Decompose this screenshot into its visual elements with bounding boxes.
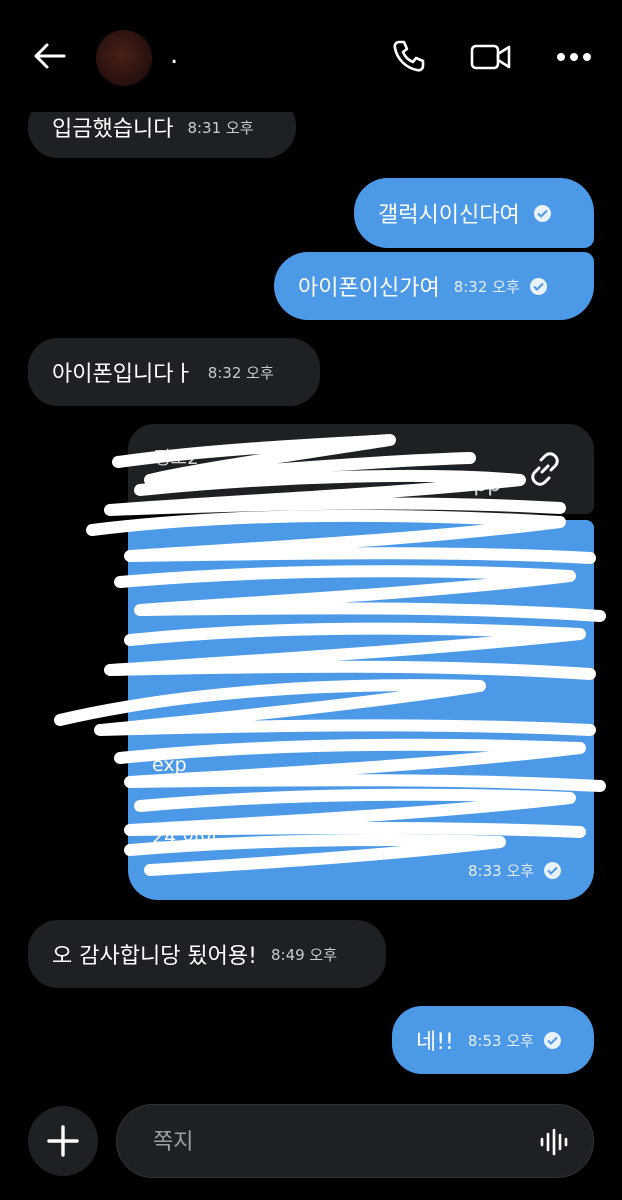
- message-text: 오 감사합니당 됬어용!: [52, 944, 257, 969]
- back-button[interactable]: [28, 36, 72, 76]
- phone-button[interactable]: [386, 36, 430, 76]
- voice-message-icon[interactable]: [537, 1125, 571, 1159]
- message-time: 8:53 오후: [467, 1031, 534, 1050]
- header-background: [0, 0, 622, 112]
- message-text: 갤럭시이신다여: [378, 203, 520, 228]
- message-outgoing[interactable]: 아이폰이신가여 8:32 오후: [274, 252, 594, 320]
- message-incoming[interactable]: 아이폰입니다ㅏ 8:32 오후: [28, 338, 320, 406]
- contact-avatar[interactable]: [96, 30, 152, 86]
- message-text: 아이폰이신가여: [298, 276, 440, 301]
- message-outgoing[interactable]: 네!! 8:53 오후: [392, 1006, 594, 1074]
- message-outgoing[interactable]: 갤럭시이신다여: [354, 178, 594, 248]
- plus-icon: [47, 1125, 79, 1157]
- read-check-icon: [529, 277, 547, 295]
- contact-title[interactable]: .: [170, 40, 178, 70]
- message-time: 8:49 오후: [270, 945, 338, 964]
- more-button[interactable]: [552, 40, 596, 74]
- redaction-scribble: [54, 434, 606, 876]
- read-check-icon: [543, 1031, 561, 1049]
- message-text: 입금했습니다: [52, 117, 174, 142]
- message-composer[interactable]: [116, 1104, 594, 1178]
- message-text: 아이폰입니다ㅏ: [52, 362, 194, 387]
- message-time: 8:32 오후: [453, 277, 520, 296]
- message-input[interactable]: [151, 1123, 535, 1161]
- message-time: 8:31 오후: [187, 118, 254, 137]
- read-check-icon: [533, 204, 551, 222]
- add-attachment-button[interactable]: [28, 1106, 98, 1176]
- message-time: 8:32 오후: [207, 363, 274, 382]
- message-incoming[interactable]: 오 감사합니당 됬어용! 8:49 오후: [28, 920, 386, 988]
- message-text: 네!!: [416, 1030, 454, 1055]
- video-button[interactable]: [468, 38, 514, 76]
